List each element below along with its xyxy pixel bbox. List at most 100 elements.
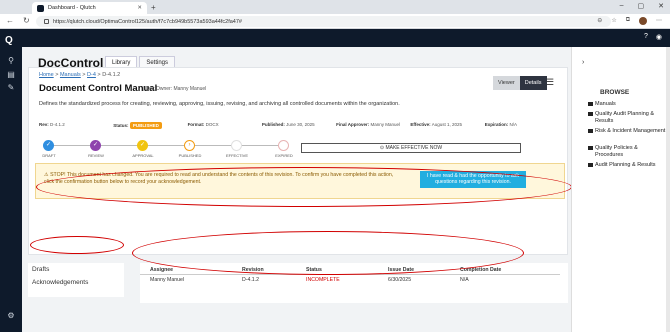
highlight-ellipse xyxy=(36,167,572,207)
cell-assignee: Manny Manuel xyxy=(150,277,185,283)
lock-icon xyxy=(44,19,49,24)
window-controls: – ▢ ✕ xyxy=(620,2,664,10)
document-card: Home > Manuals > D-4 > D-4.1.2 Document … xyxy=(28,67,568,255)
browse-item[interactable]: Quality Audit Planning & Results xyxy=(588,111,666,125)
address-bar-row: ← ↻ https://qlutch.cloud/OptimaControl125… xyxy=(0,14,670,29)
meta-expiration: Expiration: N/A xyxy=(484,122,517,127)
browse-item[interactable]: Manuals xyxy=(588,101,616,108)
meta-effective: Effective: August 1, 2025 xyxy=(410,122,462,127)
breadcrumb-current: D-4.1.2 xyxy=(102,72,121,78)
browse-item[interactable]: Quality Policies & Procedures xyxy=(588,145,666,159)
view-toggle: Viewer Details xyxy=(493,76,547,90)
doc-owner: | Doc Owner: Manny Manuel xyxy=(143,86,207,92)
new-tab-icon[interactable]: + xyxy=(151,3,156,12)
step-published-icon: › xyxy=(184,140,195,151)
browser-tab-title: Dashboard - Qlutch xyxy=(48,5,96,11)
zoom-icon[interactable]: ⊖ xyxy=(597,17,602,25)
details-button[interactable]: Details xyxy=(519,76,547,90)
url-text: https://qlutch.cloud/OptimaControl125/au… xyxy=(53,18,242,25)
list-item-acknowledgements[interactable]: Acknowledgements xyxy=(28,276,124,289)
step-effective-icon xyxy=(231,140,242,151)
doc-meta: Rev: D-4.1.2 Status: PUBLISHED Format: D… xyxy=(39,122,559,129)
step-label: APPROVAL xyxy=(132,153,154,158)
step-label: PUBLISHED xyxy=(178,153,202,158)
folder-icon xyxy=(588,163,593,167)
step-draft-icon: ✓ xyxy=(43,140,54,151)
breadcrumb-d4[interactable]: D-4 xyxy=(87,72,96,78)
document-icon[interactable]: ▤ xyxy=(6,70,16,79)
main-area: DocControl Library Settings Home > Manua… xyxy=(22,47,572,332)
folder-icon xyxy=(588,146,593,150)
browser-tab[interactable]: Dashboard - Qlutch ✕ xyxy=(32,2,147,14)
help-icon[interactable]: ? xyxy=(644,33,648,41)
highlight-ellipse xyxy=(132,231,524,275)
browse-panel: › BROWSE Manuals Quality Audit Planning … xyxy=(571,47,670,332)
folder-icon xyxy=(588,129,593,133)
folder-icon xyxy=(588,112,593,116)
folder-icon xyxy=(588,102,593,106)
step-label: EXPIRED xyxy=(275,153,293,158)
browser-tab-bar: Dashboard - Qlutch ✕ + – ▢ ✕ xyxy=(0,0,670,14)
close-window-icon[interactable]: ✕ xyxy=(658,2,664,10)
status-badge: PUBLISHED xyxy=(129,122,162,129)
list-item-drafts[interactable]: Drafts xyxy=(28,263,124,276)
chevron-right-icon[interactable]: › xyxy=(582,59,584,66)
browser-toolbar-icons: ⊖ ☆ ⧉ ⋯ xyxy=(597,17,662,25)
cell-status: INCOMPLETE xyxy=(306,277,340,283)
step-connector xyxy=(242,145,278,146)
step-label: DRAFT xyxy=(42,153,56,158)
step-review-icon: ✓ xyxy=(90,140,101,151)
collections-icon[interactable]: ⧉ xyxy=(626,17,630,25)
user-icon[interactable]: ⚲ xyxy=(6,56,16,65)
profile-avatar[interactable] xyxy=(639,17,647,25)
step-label: EFFECTIVE xyxy=(225,153,248,158)
browse-item[interactable]: Risk & Incident Management xyxy=(588,128,666,135)
doc-title: Document Control Manual xyxy=(39,83,158,94)
app-rail: Q ⚲ ▤ ✎ ⚙ xyxy=(0,29,22,332)
app-top-bar: ? ◉ xyxy=(22,29,670,47)
breadcrumb-manuals[interactable]: Manuals xyxy=(60,72,81,78)
menu-icon[interactable]: ☰ xyxy=(546,77,554,88)
star-icon[interactable]: ☆ xyxy=(611,17,616,25)
url-field[interactable]: https://qlutch.cloud/OptimaControl125/au… xyxy=(36,16,611,27)
viewer-button[interactable]: Viewer xyxy=(493,76,520,90)
step-expired-icon xyxy=(278,140,289,151)
browse-title: BROWSE xyxy=(600,89,630,96)
minimize-icon[interactable]: – xyxy=(620,2,624,10)
step-connector xyxy=(148,145,184,146)
pencil-icon[interactable]: ✎ xyxy=(6,83,16,92)
cell-completion-date: N/A xyxy=(460,277,469,283)
close-tab-icon[interactable]: ✕ xyxy=(137,5,142,11)
left-list: Drafts Acknowledgements xyxy=(28,263,124,297)
reload-icon[interactable]: ↻ xyxy=(23,16,30,25)
step-approval-icon: ✓ xyxy=(137,140,148,151)
nav-buttons: ← ↻ xyxy=(6,16,30,25)
meta-rev: Rev: D-4.1.2 xyxy=(39,122,65,127)
workflow-steps: ✓ DRAFT ✓ REVIEW ✓ APPROVAL › PUBLISHED EFFECTIV… xyxy=(42,140,313,160)
breadcrumb-home[interactable]: Home xyxy=(39,72,54,78)
meta-published: Published: June 30, 2025 xyxy=(261,122,315,127)
col-assignee: Assignee xyxy=(150,267,174,273)
meta-status: Status: PUBLISHED xyxy=(113,122,187,129)
browse-item[interactable]: Audit Planning & Results xyxy=(588,162,666,169)
favicon-icon xyxy=(37,4,44,12)
make-effective-button[interactable]: ⊙ MAKE EFFECTIVE NOW xyxy=(301,143,521,153)
gear-icon[interactable]: ⚙ xyxy=(6,311,16,320)
step-connector xyxy=(101,145,137,146)
scrollbar[interactable] xyxy=(666,47,670,332)
account-icon[interactable]: ◉ xyxy=(656,33,662,41)
step-connector xyxy=(195,145,231,146)
breadcrumb: Home > Manuals > D-4 > D-4.1.2 xyxy=(39,72,121,78)
step-connector xyxy=(54,145,90,146)
doc-description: Defines the standardized process for cre… xyxy=(39,101,400,107)
meta-format: Format: DOCX xyxy=(187,122,219,127)
cell-issue-date: 6/30/2025 xyxy=(388,277,412,283)
maximize-icon[interactable]: ▢ xyxy=(638,2,645,10)
highlight-ellipse xyxy=(30,236,124,254)
back-icon[interactable]: ← xyxy=(6,16,14,25)
cell-revision: D-4.1.2 xyxy=(242,277,260,283)
step-label: REVIEW xyxy=(88,153,104,158)
app-logo-icon[interactable]: Q xyxy=(5,35,17,46)
menu-dots-icon[interactable]: ⋯ xyxy=(656,17,662,25)
meta-approver: Final Approver: Manny Manuel xyxy=(336,122,401,127)
